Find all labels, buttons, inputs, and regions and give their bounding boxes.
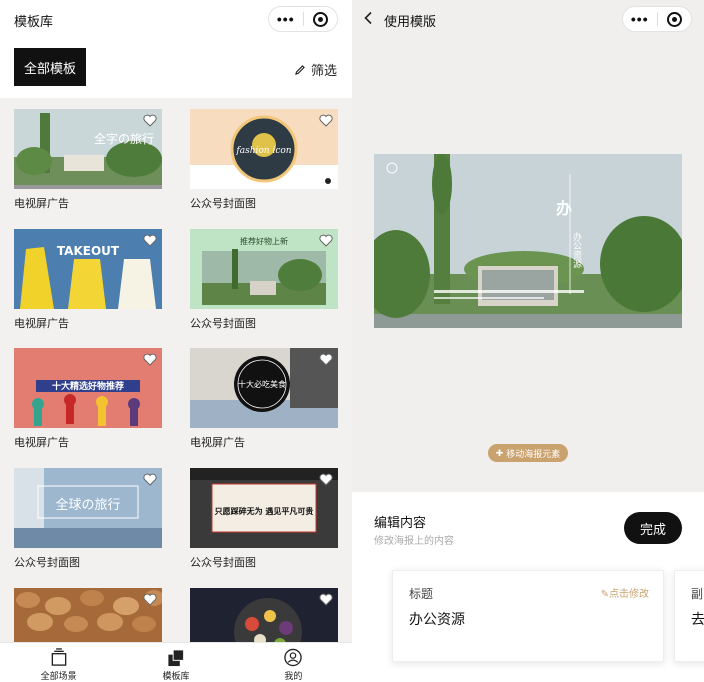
edit-field-link[interactable]: ✎点击修改: [601, 585, 649, 600]
favorite-heart-icon[interactable]: [319, 353, 333, 366]
tab-label: 全部场景: [40, 671, 77, 681]
edit-label: 点击修改: [609, 589, 649, 600]
content-editor-panel: 编辑内容 修改海报上的内容 完成 标题 ✎点击修改 办公资源 副 去: [352, 492, 704, 682]
mini-program-capsule: •••: [622, 6, 692, 32]
template-card-label: 电视屏广告: [14, 198, 69, 210]
user-icon: [284, 648, 303, 667]
page-title: 使用模版: [384, 14, 437, 29]
template-thumbnail[interactable]: 推荐好物上新: [190, 229, 338, 309]
favorite-heart-icon[interactable]: [143, 353, 157, 366]
plus-move-icon: ✚: [495, 447, 504, 458]
thumb-text: TAKEOUT: [57, 244, 120, 258]
template-thumbnail[interactable]: TAKEOUT: [14, 229, 162, 309]
move-label: 移动海报元素: [506, 448, 561, 459]
filter-label: 筛选: [310, 63, 337, 78]
field-value: 去: [691, 611, 704, 627]
tab-label: 我的: [284, 671, 303, 681]
template-thumbnail[interactable]: 全字の旅行: [14, 109, 162, 189]
field-label: 标题: [409, 587, 434, 601]
template-library-icon: [168, 649, 185, 667]
field-card-title[interactable]: 标题 ✎点击修改 办公资源: [392, 570, 664, 662]
favorite-heart-icon[interactable]: [319, 114, 333, 127]
close-target-icon[interactable]: [657, 11, 691, 27]
thumb-text: 十大必吃美食: [238, 379, 286, 389]
favorite-heart-icon[interactable]: [143, 234, 157, 247]
favorite-heart-icon[interactable]: [319, 234, 333, 247]
left-header: 模板库 •••: [0, 0, 352, 38]
use-template-screen: 使用模版 ••• 办 办公资源 ✚ 移动海报元素 编辑内容 修改海报上的内容 完…: [352, 0, 704, 682]
filter-button[interactable]: 筛选: [294, 60, 337, 79]
favorite-heart-icon[interactable]: [143, 593, 157, 606]
move-poster-elements-button[interactable]: ✚ 移动海报元素: [488, 444, 568, 462]
thumb-text: 全球の旅行: [55, 497, 120, 513]
template-card[interactable]: 只愿踩碎无为 遇见平凡可贵 公众号封面图: [190, 468, 338, 570]
template-card[interactable]: 推荐好物上新 公众号封面图: [190, 229, 338, 331]
template-card-label: 公众号封面图: [14, 557, 80, 569]
template-card-label: 电视屏广告: [14, 437, 69, 449]
field-value: 办公资源: [409, 611, 465, 627]
editor-title: 编辑内容: [374, 515, 427, 530]
thumb-text: 推荐好物上新: [240, 236, 288, 246]
template-card[interactable]: TAKEOUT 电视屏广告: [14, 229, 162, 331]
tab-template-library[interactable]: 模板库: [117, 643, 234, 682]
poster-title: 办: [556, 199, 572, 218]
editor-subtitle: 修改海报上的内容: [374, 536, 454, 547]
favorite-heart-icon[interactable]: [143, 114, 157, 127]
thumb-text: 只愿踩碎无为 遇见平凡可贵: [215, 506, 314, 516]
template-thumbnail[interactable]: 只愿踩碎无为 遇见平凡可贵: [190, 468, 338, 548]
more-icon[interactable]: •••: [269, 7, 303, 31]
template-thumbnail[interactable]: fashion icon: [190, 109, 338, 189]
favorite-heart-icon[interactable]: [143, 473, 157, 486]
page-title: 模板库: [14, 14, 54, 29]
template-thumbnail[interactable]: 十大精选好物推荐: [14, 348, 162, 428]
tab-label: 模板库: [162, 671, 190, 681]
poster-subtitle: 办公资源: [571, 231, 582, 269]
template-library-screen: 模板库 ••• 全部模板 筛选 全字の旅行 电视屏广告 fashion icon…: [0, 0, 352, 682]
field-card-subtitle[interactable]: 副 去: [674, 570, 704, 662]
template-card-label: 公众号封面图: [190, 198, 256, 210]
template-card-label: 电视屏广告: [14, 318, 69, 330]
bottom-tab-bar: 全部场景 模板库 我的: [0, 642, 352, 682]
template-card[interactable]: 十大精选好物推荐 电视屏广告: [14, 348, 162, 450]
tab-all-scenes[interactable]: 全部场景: [0, 643, 117, 682]
template-thumbnail[interactable]: 全球の旅行: [14, 468, 162, 548]
filter-toolbar: 全部模板 筛选: [0, 38, 352, 98]
favorite-heart-icon[interactable]: [319, 473, 333, 486]
template-card-label: 公众号封面图: [190, 318, 256, 330]
all-templates-button[interactable]: 全部模板: [14, 48, 86, 86]
thumb-text: 十大精选好物推荐: [52, 380, 124, 392]
tab-mine[interactable]: 我的: [235, 643, 352, 682]
template-card[interactable]: 全字の旅行 电视屏广告: [14, 109, 162, 211]
more-icon[interactable]: •••: [623, 7, 657, 31]
done-button[interactable]: 完成: [624, 512, 682, 544]
template-card[interactable]: 全球の旅行 公众号封面图: [14, 468, 162, 570]
template-card-label: 公众号封面图: [190, 557, 256, 569]
pencil-icon: ✎: [600, 589, 609, 600]
stack-icon: [51, 648, 66, 666]
template-thumbnail[interactable]: 十大必吃美食: [190, 348, 338, 428]
thumb-text: 全字の旅行: [94, 131, 154, 146]
template-card[interactable]: fashion icon 公众号封面图: [190, 109, 338, 211]
back-chevron-icon[interactable]: [362, 11, 376, 25]
right-header: 使用模版 •••: [352, 0, 704, 38]
pencil-icon: [295, 64, 305, 75]
favorite-heart-icon[interactable]: [319, 593, 333, 606]
mini-program-capsule: •••: [268, 6, 338, 32]
field-label: 副: [691, 587, 704, 601]
template-card-label: 电视屏广告: [190, 437, 245, 449]
poster-preview[interactable]: 办 办公资源: [374, 154, 682, 328]
template-card[interactable]: 十大必吃美食 电视屏广告: [190, 348, 338, 450]
close-target-icon[interactable]: [303, 11, 337, 27]
thumb-text: fashion icon: [235, 146, 291, 156]
